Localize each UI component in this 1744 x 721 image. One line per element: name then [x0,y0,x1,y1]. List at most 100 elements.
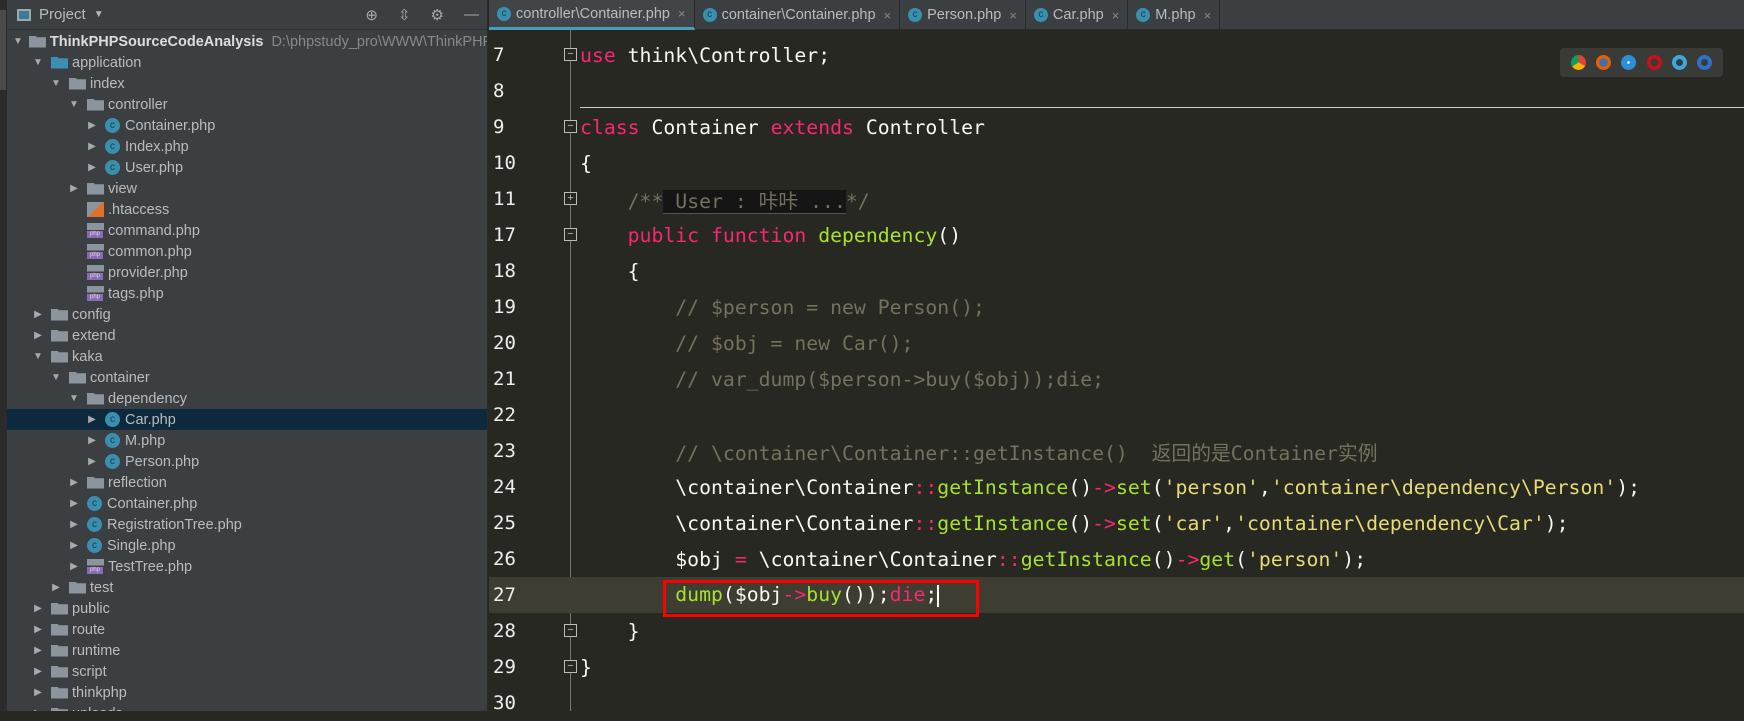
expanded-arrow-icon[interactable]: ▼ [49,372,63,383]
fold-collapse-icon[interactable]: − [564,48,577,61]
tree-item[interactable]: ▼ controller [7,94,487,115]
tree-item[interactable]: ▶ c Container.php [7,493,487,514]
expanded-arrow-icon[interactable]: ▼ [13,36,23,47]
tree-item[interactable]: ▶ view [7,178,487,199]
tree-item[interactable]: ▶ c Index.php [7,136,487,157]
collapsed-arrow-icon[interactable]: ▶ [49,582,63,593]
code-line[interactable]: 9 − class Container extends Controller [489,109,1744,145]
collapsed-arrow-icon[interactable]: ▶ [67,561,81,572]
tree-item[interactable]: ▶ c Container.php [7,115,487,136]
tree-item[interactable]: ▶ thinkphp [7,682,487,703]
close-icon[interactable]: × [884,8,892,23]
close-icon[interactable]: × [1112,8,1120,23]
code-editor[interactable]: 7− use think\Controller; 8 9− class Containe… [489,30,1744,714]
close-icon[interactable]: × [678,6,686,21]
collapsed-arrow-icon[interactable]: ▶ [85,162,99,173]
minimize-icon[interactable]: — [464,6,479,24]
tree-item[interactable]: ▶ test [7,577,487,598]
expanded-arrow-icon[interactable]: ▼ [67,99,81,110]
tree-item[interactable]: ▶ c User.php [7,157,487,178]
tree-item[interactable]: ▼ application [7,52,487,73]
close-icon[interactable]: × [1009,8,1017,23]
code-line[interactable]: 17 − public function dependency() [489,217,1744,253]
fold-collapse-icon[interactable]: − [564,120,577,133]
expanded-arrow-icon[interactable]: ▼ [67,393,81,404]
project-view-selector[interactable]: Project [39,6,86,23]
tree-item[interactable]: command.php [7,220,487,241]
tree-item[interactable]: provider.php [7,262,487,283]
tree-item[interactable]: ▶ reflection [7,472,487,493]
collapsed-arrow-icon[interactable]: ▶ [31,330,45,341]
collapsed-arrow-icon[interactable]: ▶ [85,456,99,467]
code-line[interactable]: 7 − use think\Controller; [489,37,1744,73]
tree-item[interactable]: ▼ index [7,73,487,94]
tree-item[interactable]: ▶ runtime [7,640,487,661]
code-line[interactable]: 28 − } [489,613,1744,649]
tree-item[interactable]: ▶ c Person.php [7,451,487,472]
collapsed-arrow-icon[interactable]: ▶ [31,666,45,677]
close-icon[interactable]: × [1204,8,1212,23]
tab[interactable]: c Person.php × [900,0,1026,30]
firefox-icon[interactable] [1596,55,1612,70]
tree-item[interactable]: ▶ c RegistrationTree.php [7,514,487,535]
tab[interactable]: c Car.php × [1026,0,1129,30]
tree-item[interactable]: ▶uploads [7,703,487,711]
tree-item[interactable]: ▶ config [7,304,487,325]
tab[interactable]: c controller\Container.php × [489,0,695,30]
tree-item[interactable]: ▶ extend [7,325,487,346]
collapsed-arrow-icon[interactable]: ▶ [31,624,45,635]
fold-collapse-icon[interactable]: − [564,624,577,637]
tree-item[interactable]: ▶ TestTree.php [7,556,487,577]
collapsed-arrow-icon[interactable]: ▶ [85,141,99,152]
code-line[interactable]: 11 + /** User : 咔咔 ...*/ [489,181,1744,217]
gear-icon[interactable]: ⚙ [431,6,444,24]
code-line[interactable]: 19 // $person = new Person(); [489,289,1744,325]
collapsed-arrow-icon[interactable]: ▶ [67,477,81,488]
tree-item[interactable]: ▼ dependency [7,388,487,409]
collapsed-arrow-icon[interactable]: ▶ [67,183,81,194]
code-line[interactable]: 30 [489,685,1744,721]
locate-icon[interactable]: ⊕ [365,6,378,24]
collapsed-arrow-icon[interactable]: ▶ [67,540,81,551]
fold-expand-icon[interactable]: + [564,192,577,205]
tab[interactable]: c M.php × [1128,0,1221,30]
chrome-icon[interactable] [1571,55,1587,70]
collapsed-arrow-icon[interactable]: ▶ [31,687,45,698]
safari-icon[interactable] [1621,55,1637,70]
expanded-arrow-icon[interactable]: ▼ [31,351,45,362]
code-line[interactable]: 25 \container\Container::getInstance()->… [489,505,1744,541]
collapse-all-icon[interactable]: ⇳ [398,6,411,24]
tree-item[interactable]: ▶ c Single.php [7,535,487,556]
tree-item[interactable]: ▼ kaka [7,346,487,367]
code-line[interactable]: 21 // var_dump($person->buy($obj));die; [489,361,1744,397]
ie-icon[interactable] [1671,55,1687,70]
expanded-arrow-icon[interactable]: ▼ [49,78,63,89]
chevron-down-icon[interactable]: ▼ [94,9,104,20]
tree-item[interactable]: tags.php [7,283,487,304]
code-line[interactable]: 18 { [489,253,1744,289]
code-line[interactable]: 26 $obj = \container\Container::getInsta… [489,541,1744,577]
collapsed-arrow-icon[interactable]: ▶ [31,603,45,614]
tree-item[interactable]: ▶ script [7,661,487,682]
tree-item[interactable]: ▼ container [7,367,487,388]
code-line[interactable]: 29 −} [489,649,1744,685]
expanded-arrow-icon[interactable]: ▼ [31,57,45,68]
tree-item[interactable]: .htaccess [7,199,487,220]
collapsed-arrow-icon[interactable]: ▶ [67,498,81,509]
fold-collapse-icon[interactable]: − [564,228,577,241]
tree-item[interactable]: ▶ route [7,619,487,640]
opera-icon[interactable] [1646,55,1662,70]
code-line[interactable]: 24 \container\Container::getInstance()->… [489,469,1744,505]
tree-item[interactable]: common.php [7,241,487,262]
collapsed-arrow-icon[interactable]: ▶ [85,435,99,446]
code-line[interactable]: 10 { [489,145,1744,181]
collapsed-arrow-icon[interactable]: ▶ [31,645,45,656]
collapsed-arrow-icon[interactable]: ▶ [85,414,99,425]
collapsed-arrow-icon[interactable]: ▶ [31,309,45,320]
code-line[interactable]: 23 // \container\Container::getInstance(… [489,433,1744,469]
collapsed-arrow-icon[interactable]: ▶ [85,120,99,131]
fold-collapse-icon[interactable]: − [564,660,577,673]
tree-item[interactable]: ▼ ThinkPHPSourceCodeAnalysis D:\phpstudy_p… [7,31,487,52]
code-line[interactable]: 22 [489,397,1744,433]
tree-item[interactable]: ▶ c M.php [7,430,487,451]
